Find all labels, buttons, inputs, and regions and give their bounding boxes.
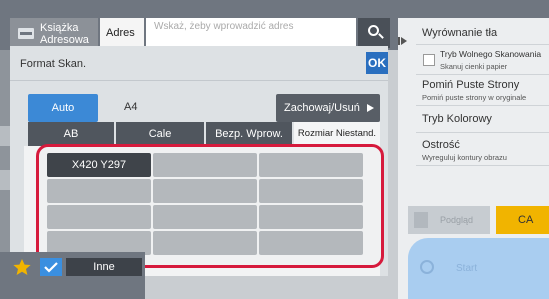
clear-all-button[interactable]: CA: [496, 206, 549, 234]
custom-size-slot[interactable]: [47, 179, 151, 203]
collapse-panel-button[interactable]: [398, 36, 408, 46]
ok-button[interactable]: OK: [366, 52, 388, 74]
divider: [10, 80, 388, 81]
collapse-icon: [398, 37, 407, 45]
preview-icon: [414, 212, 428, 228]
color-mode-item[interactable]: Tryb Kolorowy: [422, 113, 492, 125]
preview-button[interactable]: Podgląd: [408, 206, 490, 234]
dialog-title: Format Skan.: [20, 58, 87, 70]
sharpness-subtitle: Wyreguluj kontury obrazu: [422, 153, 507, 162]
custom-size-slot[interactable]: [153, 205, 257, 229]
tab-inches[interactable]: Cale: [116, 122, 204, 146]
left-dimmed-area: [0, 50, 10, 270]
tab-custom-size[interactable]: Rozmiar Niestand.: [294, 122, 380, 146]
start-icon: [420, 260, 434, 274]
other-button[interactable]: Inne: [66, 258, 142, 276]
tab-ab[interactable]: AB: [28, 122, 114, 146]
star-icon: [13, 259, 31, 275]
custom-size-slot[interactable]: [259, 153, 363, 177]
divider: [416, 105, 549, 106]
custom-size-slot[interactable]: [153, 179, 257, 203]
save-delete-button[interactable]: Zachowaj/Usuń: [276, 94, 380, 122]
auto-button[interactable]: Auto: [28, 94, 98, 122]
custom-size-slot[interactable]: [259, 231, 363, 255]
search-button[interactable]: [358, 18, 390, 48]
address-search-input[interactable]: Wskaż, żeby wprowadzić adres: [146, 18, 356, 48]
save-delete-label: Zachowaj/Usuń: [284, 102, 360, 114]
tab-direct-entry[interactable]: Bezp. Wprow.: [206, 122, 292, 146]
background-adjust-item[interactable]: Wyrównanie tła: [422, 27, 497, 39]
screen: Książka Adresowa Adres Wskaż, żeby wprow…: [0, 0, 549, 299]
left-edge-tab: [0, 126, 10, 146]
skip-blank-pages-subtitle: Pomiń puste strony w oryginale: [422, 93, 527, 102]
address-book-label: Książka Adresowa: [40, 22, 89, 46]
slow-scan-item[interactable]: Tryb Wolnego Skanowania Skanuj cienki pa…: [440, 49, 541, 71]
address-tab[interactable]: Adres: [100, 18, 144, 48]
sharpness-title: Ostrość: [422, 139, 460, 151]
left-edge-tab: [0, 170, 10, 190]
start-label: Start: [456, 263, 478, 274]
divider: [416, 165, 549, 166]
start-button[interactable]: Start: [408, 238, 549, 299]
address-book-icon: [18, 28, 34, 39]
custom-size-slot[interactable]: X420 Y297: [47, 153, 151, 177]
slow-scan-title: Tryb Wolnego Skanowania: [440, 49, 542, 59]
skip-blank-pages-item[interactable]: Pomiń Puste Strony Pomiń puste strony w …: [422, 79, 526, 102]
custom-size-slot[interactable]: [259, 179, 363, 203]
favorites-button[interactable]: [10, 258, 34, 276]
checkmark-icon: [44, 262, 58, 273]
selected-size-value: A4: [124, 101, 138, 113]
sharpness-item[interactable]: Ostrość Wyreguluj kontury obrazu: [422, 139, 507, 162]
custom-size-slot[interactable]: [153, 231, 257, 255]
custom-size-grid: X420 Y297: [36, 144, 384, 268]
check-button[interactable]: [40, 258, 62, 276]
skip-blank-pages-title: Pomiń Puste Strony: [422, 79, 520, 91]
divider: [416, 132, 549, 133]
divider: [416, 74, 549, 75]
custom-size-slot[interactable]: [153, 153, 257, 177]
preview-label: Podgląd: [440, 215, 474, 225]
divider: [416, 44, 549, 45]
custom-size-slot[interactable]: [259, 205, 363, 229]
slow-scan-subtitle: Skanuj cienki papier: [440, 62, 508, 71]
slow-scan-checkbox[interactable]: [423, 54, 435, 66]
custom-size-slot[interactable]: [47, 205, 151, 229]
arrow-right-icon: [367, 104, 374, 112]
